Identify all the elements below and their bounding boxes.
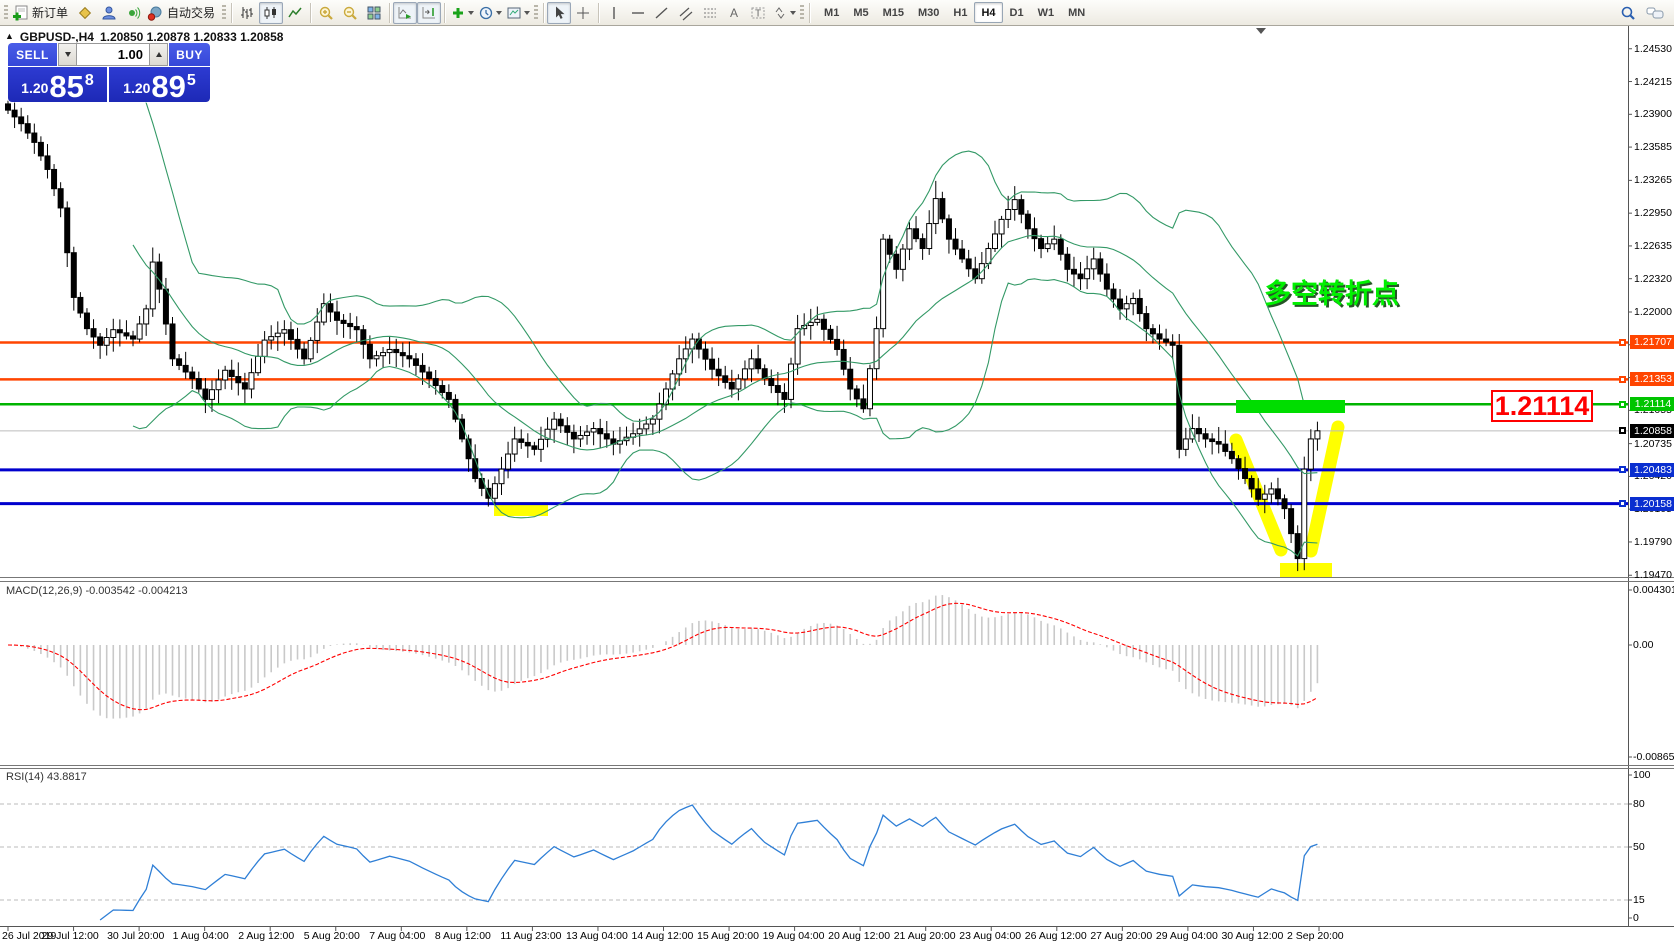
macd-axis-value: 0.004301 — [1633, 584, 1674, 596]
quote-panel-collapse-icon[interactable]: ▲ — [5, 31, 14, 41]
time-label: 29 Jul 12:00 — [42, 930, 99, 942]
time-label: 14 Aug 12:00 — [632, 930, 694, 942]
time-label: 23 Aug 04:00 — [959, 930, 1021, 942]
price-tick: 1.22000 — [1634, 306, 1674, 318]
time-label: 13 Aug 04:00 — [566, 930, 628, 942]
volume-increase-button[interactable] — [149, 43, 168, 66]
rsi-axis-value: 0 — [1633, 912, 1639, 924]
price-tick: 1.24530 — [1634, 43, 1674, 55]
price-callout-box[interactable]: 1.21114 — [1491, 390, 1593, 422]
time-label: 7 Aug 04:00 — [369, 930, 425, 942]
time-label: 8 Aug 12:00 — [435, 930, 491, 942]
macd-pane[interactable] — [8, 595, 1317, 719]
triangle-down-icon — [65, 52, 71, 57]
price-flag-marker — [1619, 427, 1626, 434]
mt4-window: 新订单 自动交易 — [0, 0, 1674, 948]
volume-input[interactable]: 1.00 — [77, 43, 149, 66]
chart-ohlc-values: 1.20850 1.20878 1.20833 1.20858 — [100, 30, 284, 44]
candles — [6, 96, 1320, 571]
price-flag-marker — [1619, 466, 1626, 473]
macd-axis-value: 0.00 — [1633, 639, 1653, 651]
time-label: 1 Aug 04:00 — [173, 930, 229, 942]
buy-price-int: 1.20 — [123, 80, 150, 96]
time-label: 26 Aug 12:00 — [1025, 930, 1087, 942]
price-tick: 1.24215 — [1634, 76, 1674, 88]
chart-canvas[interactable] — [0, 0, 1674, 948]
price-flag: 1.20483 — [1630, 463, 1674, 477]
time-label: 15 Aug 20:00 — [697, 930, 759, 942]
annotation-text: 多空转折点 — [1264, 272, 1399, 311]
time-label: 30 Aug 12:00 — [1221, 930, 1283, 942]
price-flag: 1.21114 — [1630, 397, 1674, 411]
buy-price-big: 89 — [151, 74, 185, 100]
time-label: 11 Aug 23:00 — [500, 930, 561, 942]
indicator-line — [100, 805, 1317, 920]
time-label: 2 Sep 20:00 — [1287, 930, 1344, 942]
indicator-line — [8, 603, 1317, 709]
sell-price-big: 85 — [49, 74, 83, 100]
chart-window: ▲ GBPUSD-,H4 1.20850 1.20878 1.20833 1.2… — [0, 26, 1674, 948]
price-tick: 1.23265 — [1634, 174, 1674, 186]
time-label: 27 Aug 20:00 — [1090, 930, 1152, 942]
macd-indicator-label: MACD(12,26,9) -0.003542 -0.004213 — [6, 585, 188, 597]
chart-frame — [0, 26, 1674, 931]
volume-spinner: 1.00 — [58, 43, 168, 66]
price-tick: 1.22635 — [1634, 240, 1674, 252]
green-highlight-bar[interactable] — [1236, 400, 1345, 413]
rsi-axis-value: 80 — [1633, 798, 1645, 810]
rsi-axis-value: 50 — [1633, 841, 1645, 853]
time-label: 29 Aug 04:00 — [1156, 930, 1218, 942]
triangle-up-icon — [156, 52, 162, 57]
time-label: 2 Aug 12:00 — [238, 930, 294, 942]
time-label: 19 Aug 04:00 — [763, 930, 825, 942]
chart-header: ▲ GBPUSD-,H4 1.20850 1.20878 1.20833 1.2… — [5, 30, 283, 44]
price-flag: 1.20158 — [1630, 497, 1674, 511]
sell-button[interactable]: SELL — [8, 43, 57, 66]
highlight-bar-bottom[interactable] — [1280, 563, 1332, 577]
rsi-axis-value: 100 — [1633, 769, 1651, 781]
price-flag-marker — [1619, 376, 1626, 383]
price-flag: 1.21353 — [1630, 372, 1674, 386]
buy-button[interactable]: BUY — [169, 43, 210, 66]
price-tick: 1.22950 — [1634, 207, 1674, 219]
rsi-axis-value: 15 — [1633, 894, 1645, 906]
time-label: 30 Jul 20:00 — [107, 930, 164, 942]
price-tick: 1.20735 — [1634, 438, 1674, 450]
one-click-trading-panel: SELL 1.00 BUY 1.20858 1.20895 — [8, 43, 210, 102]
sell-price[interactable]: 1.20858 — [8, 67, 107, 102]
v-shape-right-stroke[interactable] — [1311, 427, 1338, 551]
price-tick: 1.23900 — [1634, 108, 1674, 120]
rsi-indicator-label: RSI(14) 43.8817 — [6, 771, 87, 783]
price-flag: 1.20858 — [1630, 424, 1674, 438]
price-flag: 1.21707 — [1630, 335, 1674, 349]
buy-price-sup: 5 — [187, 72, 196, 90]
price-flag-marker — [1619, 339, 1626, 346]
rsi-pane[interactable] — [0, 804, 1628, 920]
price-tick: 1.23585 — [1634, 141, 1674, 153]
volume-decrease-button[interactable] — [58, 43, 77, 66]
price-flag-marker — [1619, 500, 1626, 507]
sell-price-sup: 8 — [85, 72, 94, 90]
chart-shift-marker[interactable] — [1256, 28, 1266, 34]
price-tick: 1.19790 — [1634, 536, 1674, 548]
buy-price[interactable]: 1.20895 — [109, 67, 210, 102]
price-tick: 1.19470 — [1634, 569, 1674, 581]
time-label: 5 Aug 20:00 — [304, 930, 360, 942]
price-flag-marker — [1619, 401, 1626, 408]
main-price-pane[interactable] — [0, 64, 1628, 577]
chart-symbol-title: GBPUSD-,H4 — [20, 30, 94, 44]
price-tick: 1.22320 — [1634, 273, 1674, 285]
time-label: 20 Aug 12:00 — [828, 930, 890, 942]
sell-price-int: 1.20 — [21, 80, 48, 96]
macd-axis-value: -0.008651 — [1633, 751, 1674, 763]
time-label: 21 Aug 20:00 — [894, 930, 956, 942]
